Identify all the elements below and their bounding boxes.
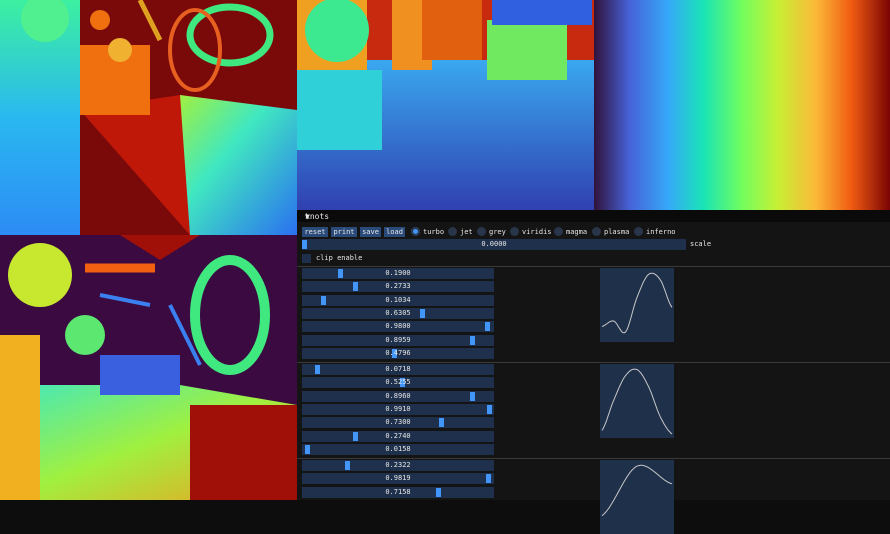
group-separator <box>297 458 890 459</box>
knot-value: 0.4796 <box>385 348 411 357</box>
radio-turbo[interactable] <box>411 227 420 236</box>
knot-curve-line <box>601 368 673 435</box>
radio-plasma-label: plasma <box>604 228 630 236</box>
radio-plasma[interactable] <box>592 227 601 236</box>
clip-enable-label: clip enable <box>316 254 363 262</box>
knot-value: 0.6305 <box>385 308 411 317</box>
knot-slider[interactable]: 0.1900 <box>302 268 494 279</box>
render-top-left <box>0 0 297 235</box>
load-button[interactable]: load <box>384 227 405 237</box>
knot-slider[interactable]: 0.7158 <box>302 486 494 498</box>
radio-jet-label: jet <box>460 228 473 236</box>
print-button[interactable]: print <box>331 227 357 237</box>
knot-slider[interactable]: 0.8960 <box>302 390 494 402</box>
reset-button[interactable]: reset <box>302 227 328 237</box>
viewport-bottom-left[interactable] <box>0 235 297 500</box>
save-button[interactable]: save <box>360 227 381 237</box>
knot-value: 0.0158 <box>385 444 411 453</box>
viewport-top-right[interactable] <box>594 0 890 210</box>
radio-grey[interactable] <box>477 227 486 236</box>
knot-slider[interactable]: 0.4796 <box>302 347 494 359</box>
knot-value: 0.8959 <box>385 335 411 344</box>
knot-slider[interactable]: 0.2740 <box>302 430 494 442</box>
knot-value: 0.1034 <box>385 295 411 304</box>
knot-value: 0.9910 <box>385 404 411 413</box>
knot-slider[interactable]: 0.1034 <box>302 294 494 306</box>
knot-value: 0.7300 <box>385 418 411 427</box>
radio-magma-label: magma <box>566 228 588 236</box>
knot-value: 0.2740 <box>385 431 411 440</box>
knot-slider[interactable]: 0.8959 <box>302 334 494 346</box>
knots-panel-title-bar[interactable]: ▼ knots <box>297 210 890 222</box>
knot-curve-plot <box>600 364 674 438</box>
knot-value: 0.9800 <box>385 322 411 331</box>
render-bottom-left <box>0 235 297 500</box>
radio-turbo-label: turbo <box>423 228 445 236</box>
knot-slider[interactable]: 0.0158 <box>302 443 494 455</box>
knot-slider[interactable]: 0.5255 <box>302 377 494 389</box>
knot-value: 0.9819 <box>385 474 411 483</box>
knot-slider[interactable]: 0.7300 <box>302 417 494 429</box>
knot-slider[interactable]: 0.9819 <box>302 473 494 485</box>
radio-magma[interactable] <box>554 227 563 236</box>
knots-panel: ▼ knots reset print save load turbo jet … <box>297 210 890 534</box>
knot-value: 0.0718 <box>385 365 411 373</box>
group-separator <box>297 266 890 267</box>
colormap-preview <box>594 0 890 210</box>
radio-inferno-label: inferno <box>646 228 676 236</box>
radio-viridis-label: viridis <box>522 228 552 236</box>
knot-curve-plot <box>600 460 674 534</box>
knot-curve-line <box>601 272 673 334</box>
scale-value: 0.0000 <box>481 240 507 248</box>
knot-value: 0.7158 <box>385 487 411 496</box>
panel-title-text: knots <box>305 212 330 221</box>
knot-value: 0.1900 <box>385 269 411 277</box>
scale-label: scale <box>690 240 712 248</box>
radio-grey-label: grey <box>489 228 506 236</box>
group-separator <box>297 362 890 363</box>
knot-curve-plot <box>600 268 674 342</box>
knot-value: 0.8960 <box>385 391 411 400</box>
knot-slider[interactable]: 0.0718 <box>302 364 494 375</box>
radio-jet[interactable] <box>448 227 457 236</box>
knot-slider[interactable]: 0.9910 <box>302 403 494 415</box>
knot-value: 0.5255 <box>385 378 411 387</box>
radio-viridis[interactable] <box>510 227 519 236</box>
radio-inferno[interactable] <box>634 227 643 236</box>
knot-slider[interactable]: 0.9800 <box>302 321 494 333</box>
knot-curve-line <box>601 464 673 517</box>
scale-slider[interactable]: 0.0000 <box>302 239 686 250</box>
knot-value: 0.2733 <box>385 282 411 291</box>
knot-value: 0.2322 <box>385 461 411 469</box>
knot-slider[interactable]: 0.2733 <box>302 281 494 293</box>
clip-enable-checkbox[interactable] <box>302 254 311 263</box>
knot-slider[interactable]: 0.2322 <box>302 460 494 471</box>
viewport-top-left[interactable] <box>0 0 297 235</box>
render-top-middle <box>297 0 595 210</box>
knot-slider[interactable]: 0.6305 <box>302 307 494 319</box>
viewport-top-middle[interactable] <box>297 0 595 210</box>
